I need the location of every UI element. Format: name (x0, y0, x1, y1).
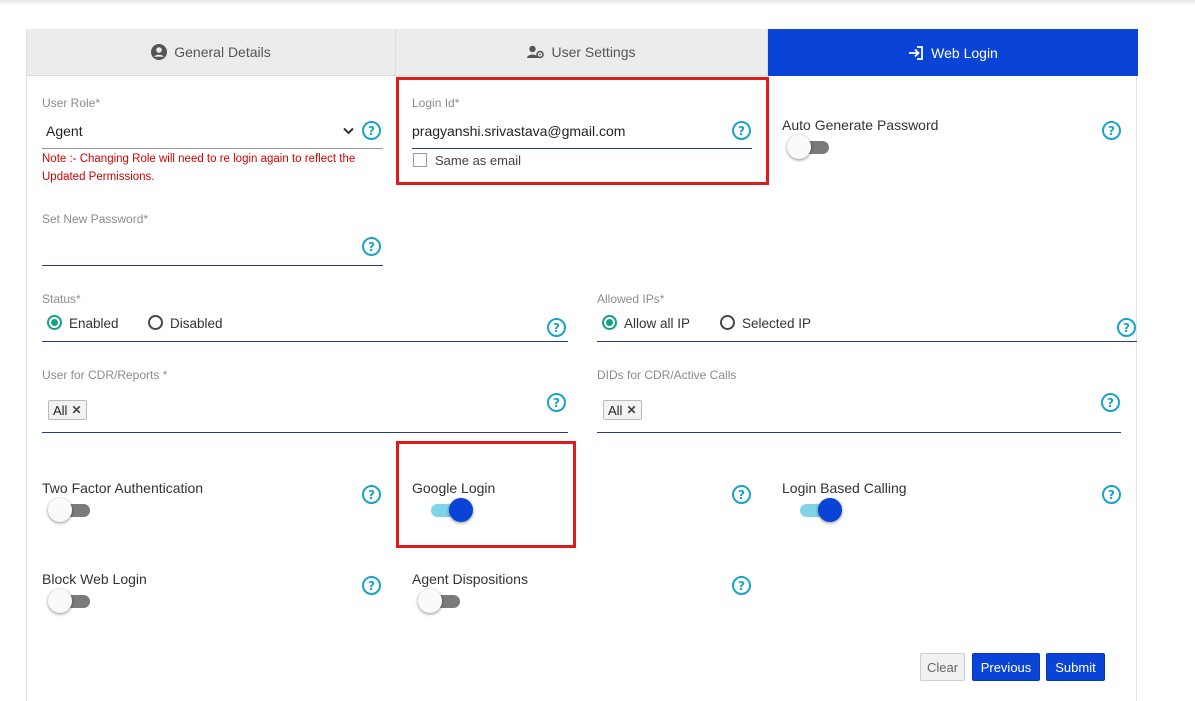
tab-label: User Settings (551, 44, 636, 60)
user-for-cdr-label: User for CDR/Reports * (42, 368, 168, 382)
allow-all-ip-radio[interactable] (602, 315, 617, 330)
tab-bar: General Details User Settings Web Login (27, 29, 1138, 76)
status-help-icon[interactable]: ? (547, 318, 566, 337)
dids-for-cdr-label: DIDs for CDR/Active Calls (597, 368, 737, 382)
clear-button[interactable]: Clear (920, 653, 965, 681)
block-web-login-label: Block Web Login (42, 571, 147, 587)
tab-general-details[interactable]: General Details (27, 29, 396, 76)
dids-for-cdr-chip-all[interactable]: All ✕ (603, 400, 642, 420)
login-based-calling-help-icon[interactable]: ? (1102, 485, 1121, 504)
tab-user-settings[interactable]: User Settings (396, 29, 768, 76)
selected-ip-label: Selected IP (742, 316, 812, 331)
role-change-note: Note :- Changing Role will need to re lo… (42, 153, 356, 183)
status-disabled-radio[interactable] (148, 315, 163, 330)
allowed-ips-label: Allowed IPs* (597, 292, 665, 306)
two-factor-toggle[interactable] (48, 498, 96, 522)
two-factor-help-icon[interactable]: ? (362, 485, 381, 504)
login-based-calling-label: Login Based Calling (782, 480, 907, 496)
user-cog-icon (527, 45, 545, 59)
user-form-card: General Details User Settings Web Login … (26, 29, 1138, 701)
highlight-box-login-id (396, 77, 769, 185)
dids-for-cdr-underline (597, 432, 1121, 433)
chip-label: All (53, 402, 68, 418)
new-password-label: Set New Password* (42, 212, 149, 226)
status-enabled-radio[interactable] (47, 315, 62, 330)
user-role-label: User Role* (42, 96, 101, 110)
auto-generate-password-toggle[interactable] (787, 135, 835, 159)
tab-label: Web Login (931, 44, 998, 61)
new-password-input[interactable] (42, 239, 352, 257)
selected-ip-radio[interactable] (720, 315, 735, 330)
close-icon[interactable]: ✕ (71, 403, 81, 417)
user-for-cdr-underline (42, 432, 568, 433)
agent-dispositions-toggle[interactable] (418, 589, 466, 613)
user-for-cdr-chip-all[interactable]: All ✕ (48, 400, 87, 420)
allow-all-ip-label: Allow all IP (624, 316, 691, 331)
new-password-help-icon[interactable]: ? (362, 237, 381, 256)
login-icon (909, 45, 924, 60)
status-underline (42, 341, 568, 342)
two-factor-label: Two Factor Authentication (42, 480, 204, 496)
status-label: Status* (42, 292, 81, 306)
agent-dispositions-label: Agent Dispositions (412, 571, 528, 587)
user-circle-icon (151, 44, 168, 60)
user-role-underline (42, 148, 383, 149)
user-role-select-value[interactable]: Agent (46, 123, 83, 139)
agent-dispositions-help-icon[interactable]: ? (732, 576, 751, 595)
user-for-cdr-help-icon[interactable]: ? (547, 393, 566, 412)
block-web-login-help-icon[interactable]: ? (362, 576, 381, 595)
allowed-ips-underline (597, 341, 1137, 342)
google-login-help-icon[interactable]: ? (732, 485, 751, 504)
tab-label: General Details (174, 44, 271, 60)
tab-web-login[interactable]: Web Login (768, 29, 1138, 76)
block-web-login-toggle[interactable] (48, 589, 96, 613)
user-role-help-icon[interactable]: ? (362, 121, 381, 140)
status-enabled-label: Enabled (69, 316, 119, 331)
chevron-down-icon[interactable] (343, 127, 354, 135)
auto-generate-password-help-icon[interactable]: ? (1102, 121, 1121, 140)
status-disabled-label: Disabled (170, 316, 223, 331)
top-shadow-bar (0, 0, 1195, 5)
highlight-box-google-login (396, 441, 576, 548)
dids-for-cdr-help-icon[interactable]: ? (1101, 393, 1120, 412)
allowed-ips-help-icon[interactable]: ? (1117, 318, 1136, 337)
chip-label: All (608, 402, 623, 418)
submit-button[interactable]: Submit (1046, 653, 1105, 681)
auto-generate-password-label: Auto Generate Password (782, 117, 939, 133)
new-password-underline (42, 265, 383, 266)
login-based-calling-toggle[interactable] (794, 498, 842, 522)
previous-button[interactable]: Previous (972, 653, 1040, 681)
close-icon[interactable]: ✕ (626, 403, 636, 417)
